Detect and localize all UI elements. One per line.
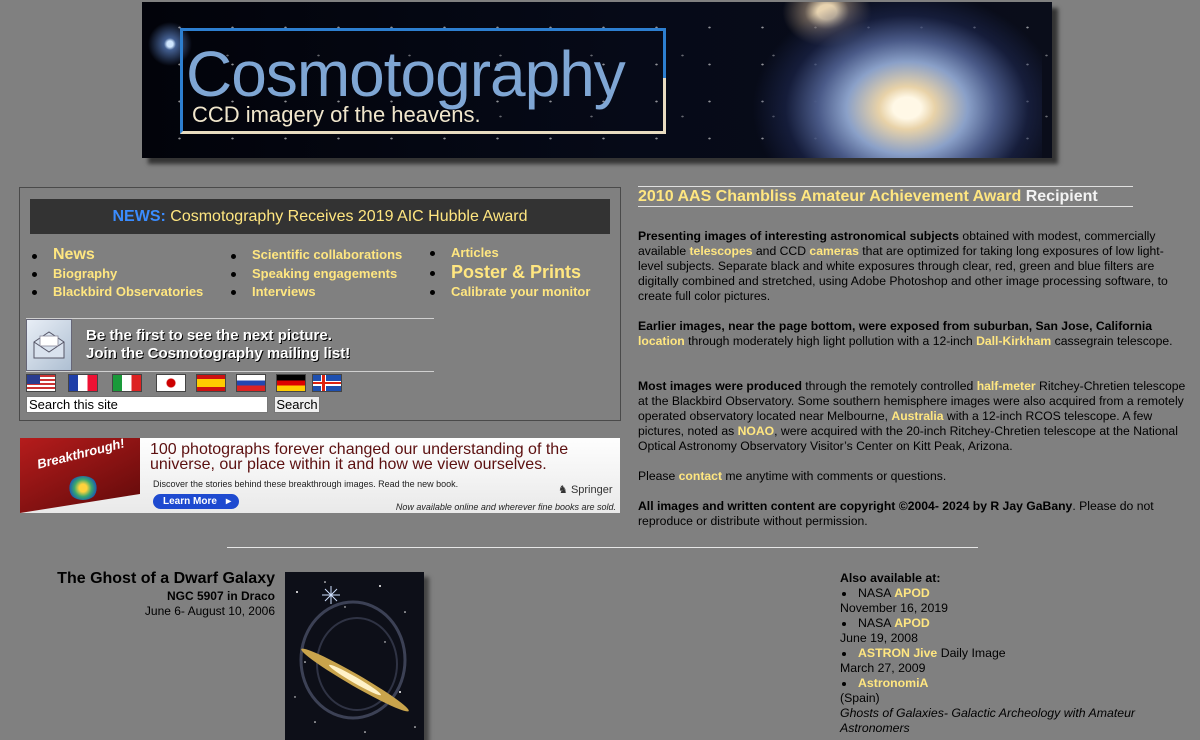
nav-calibrate-monitor[interactable]: Calibrate your monitor [451, 284, 590, 299]
italy-flag-icon[interactable] [112, 374, 142, 392]
book-advertisement[interactable]: Breakthrough! 100 photographs forever ch… [20, 438, 620, 513]
spain-flag-icon[interactable] [196, 374, 226, 392]
divider [26, 318, 434, 319]
nav-blackbird-observatories[interactable]: Blackbird Observatories [53, 284, 203, 299]
news-bar[interactable]: NEWS: Cosmotography Receives 2019 AIC Hu… [30, 199, 610, 234]
also-available-list: Also available at: NASA APOD November 16… [840, 571, 1190, 736]
list-item-date: June 19, 2008 [840, 631, 918, 645]
observatory-paragraph: Most images were produced through the re… [638, 379, 1186, 453]
earlier-images-lead: Earlier images, near the page bottom, we… [638, 319, 1153, 333]
nav-speaking-engagements[interactable]: Speaking engagements [252, 266, 397, 281]
mailing-list-line-1[interactable]: Be the first to see the next picture. [86, 327, 332, 344]
france-flag-icon[interactable] [68, 374, 98, 392]
nav-interviews[interactable]: Interviews [252, 284, 316, 299]
nav-poster-prints[interactable]: Poster & Prints [451, 262, 581, 282]
nasa-apod-link-2008[interactable]: APOD [894, 616, 930, 630]
ad-availability: Now available online and wherever fine b… [395, 502, 616, 512]
section-divider [227, 547, 978, 548]
divider [26, 371, 434, 372]
nav-articles[interactable]: Articles [451, 245, 499, 260]
ngc-5907-image[interactable] [285, 572, 424, 740]
news-headline[interactable]: Cosmotography Receives 2019 AIC Hubble A… [170, 208, 527, 225]
noao-link[interactable]: NOAO [738, 424, 775, 438]
list-item-date: March 27, 2009 [840, 661, 926, 675]
list-item-note: (Spain) [840, 691, 880, 705]
cameras-link[interactable]: cameras [809, 244, 858, 258]
list-item: NASA APOD [840, 616, 1190, 631]
germany-flag-icon[interactable] [276, 374, 306, 392]
intro-paragraph: Presenting images of interesting astrono… [638, 229, 1168, 303]
list-item: ASTRON Jive Daily Image [840, 646, 1190, 661]
award-year: 2010 [638, 188, 674, 205]
intro-lead: Presenting images of interesting astrono… [638, 229, 960, 243]
news-label: NEWS: [112, 208, 166, 225]
copyright-lead: All images and written content are copyr… [638, 499, 1073, 513]
award-heading: 2010 AAS Chambliss Amateur Achievement A… [638, 186, 1133, 207]
nav-column-1: News Biography Blackbird Observatories [31, 246, 203, 301]
learn-more-button[interactable]: Learn More [153, 494, 239, 509]
article-title: Ghosts of Galaxies- Galactic Archeology … [840, 706, 1136, 735]
whirlpool-galaxy-image [742, 2, 1042, 158]
ad-description: Discover the stories behind these breakt… [153, 479, 459, 489]
springer-logo: ♞ Springer [558, 483, 613, 496]
russia-flag-icon[interactable] [236, 374, 266, 392]
iceland-flag-icon[interactable] [312, 374, 342, 392]
envelope-icon[interactable] [26, 319, 72, 371]
site-title: Cosmotography [186, 38, 626, 110]
site-banner[interactable]: Cosmotography CCD imagery of the heavens… [142, 2, 1052, 158]
astronomia-link[interactable]: AstronomiA [858, 676, 928, 690]
telescopes-link[interactable]: telescopes [690, 244, 753, 258]
ad-headline-2: universe, our place within it and how we… [150, 456, 547, 473]
nav-biography[interactable]: Biography [53, 266, 117, 281]
contact-link[interactable]: contact [679, 469, 722, 483]
search-input[interactable] [26, 396, 268, 413]
dall-kirkham-link[interactable]: Dall-Kirkham [976, 334, 1051, 348]
site-tagline: CCD imagery of the heavens. [192, 102, 481, 127]
mailing-list-line-2[interactable]: Join the Cosmotography mailing list! [86, 345, 350, 362]
contact-paragraph: Please contact me anytime with comments … [638, 469, 947, 483]
springer-horse-icon: ♞ [558, 484, 568, 496]
award-link[interactable]: AAS Chambliss Amateur Achievement Award [677, 188, 1021, 205]
location-link[interactable]: location [638, 334, 685, 348]
earlier-images-paragraph: Earlier images, near the page bottom, we… [638, 319, 1173, 348]
half-meter-link[interactable]: half-meter [977, 379, 1036, 393]
nav-news[interactable]: News [53, 246, 95, 263]
astron-jive-link[interactable]: ASTRON Jive [858, 646, 937, 660]
featured-date: June 6- August 10, 2006 [144, 604, 275, 618]
observatory-lead: Most images were produced [638, 379, 802, 393]
also-available-heading: Also available at: [840, 571, 941, 585]
australia-link[interactable]: Australia [891, 409, 943, 423]
award-suffix: Recipient [1025, 188, 1098, 205]
japan-flag-icon[interactable] [156, 374, 186, 392]
publisher-name: Springer [570, 484, 613, 496]
list-item: NASA APOD [840, 586, 1190, 601]
featured-subtitle: NGC 5907 in Draco [166, 589, 275, 603]
list-item-date: November 16, 2019 [840, 601, 949, 615]
nasa-apod-link-2019[interactable]: APOD [894, 586, 930, 600]
featured-title[interactable]: The Ghost of a Dwarf Galaxy [40, 570, 275, 588]
us-flag-icon[interactable] [26, 374, 56, 392]
navigation-panel: NEWS: Cosmotography Receives 2019 AIC Hu… [19, 187, 621, 421]
copyright-paragraph: All images and written content are copyr… [638, 499, 1154, 528]
nav-column-3: Articles Poster & Prints Calibrate your … [429, 244, 590, 301]
nav-scientific-collaborations[interactable]: Scientific collaborations [252, 247, 402, 262]
nav-column-2: Scientific collaborations Speaking engag… [230, 246, 402, 301]
search-button[interactable]: Search [274, 396, 320, 413]
nebula-icon [68, 476, 98, 500]
list-item: AstronomiA [840, 676, 1190, 691]
